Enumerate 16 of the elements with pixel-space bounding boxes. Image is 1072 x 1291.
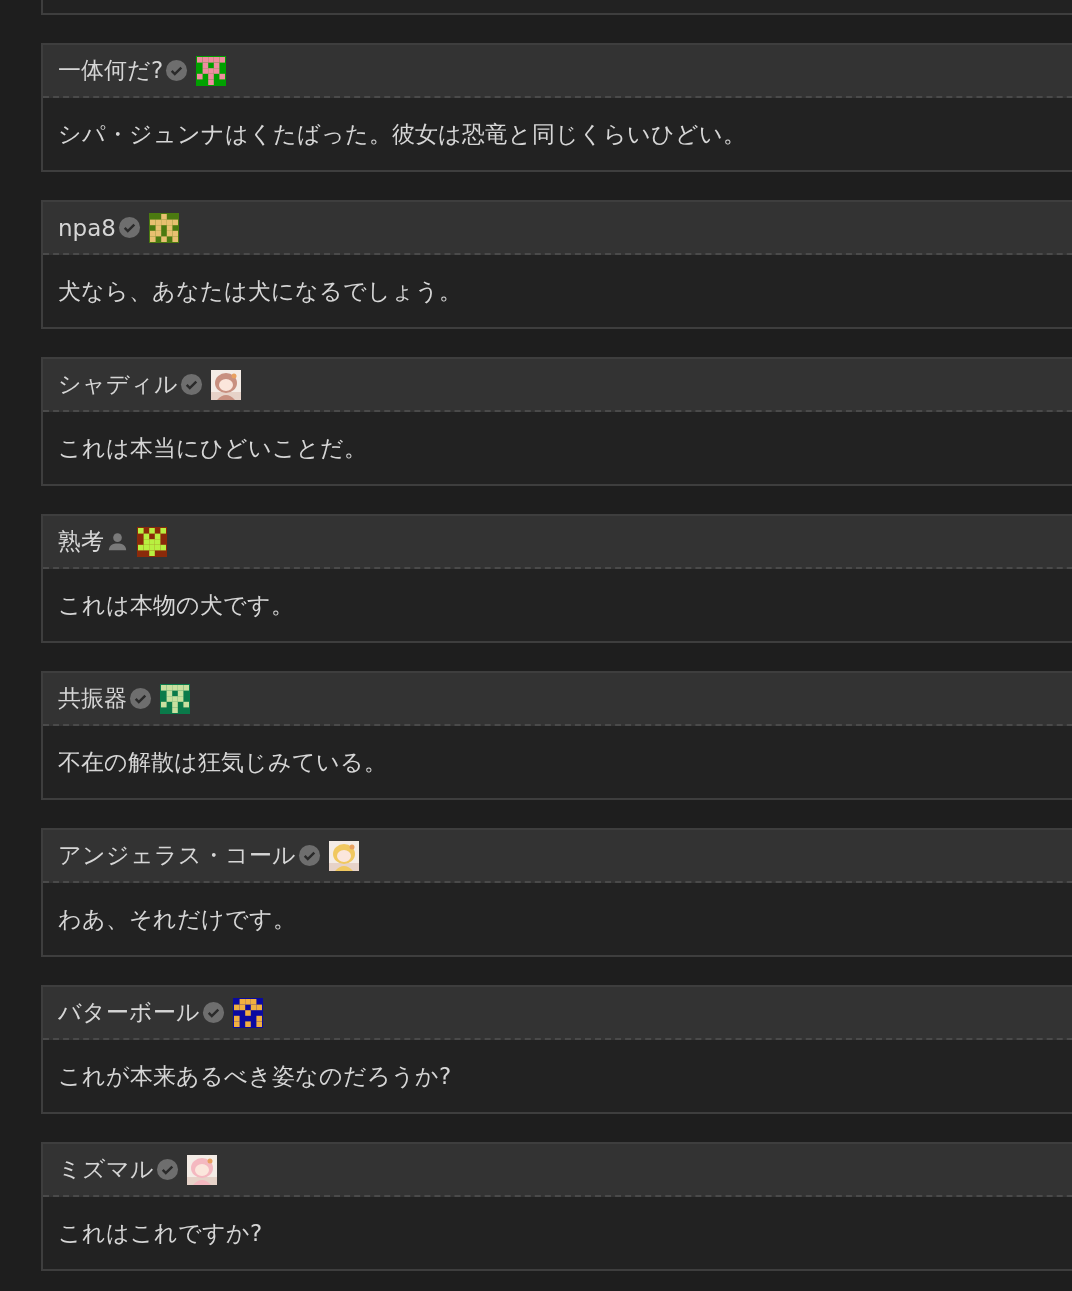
message-text: これは本当にひどいことだ。: [58, 433, 367, 463]
author-name: npa8: [58, 214, 116, 241]
author-name: 共振器: [58, 684, 127, 713]
message-text: シパ・ジュンナはくたばった。彼女は恐竜と同じくらいひどい。: [58, 119, 746, 149]
message-text: これは本物の犬です。: [58, 590, 294, 620]
author-name: シャディル: [58, 370, 178, 399]
message-text: 犬なら、あなたは犬になるでしょう。: [58, 276, 462, 306]
message-text: わあ、それだけです。: [58, 904, 296, 934]
message-text: これが本来あるべき姿なのだろうか?: [58, 1061, 452, 1091]
author-name: アンジェラス・コール: [58, 841, 296, 870]
author-name: バターボール: [58, 998, 200, 1027]
author-name: ミズマル: [58, 1155, 154, 1184]
author-name: 一体何だ?: [58, 56, 164, 85]
author-name: 熟考: [58, 527, 104, 556]
message-text: 不在の解散は狂気じみている。: [58, 747, 387, 777]
message-text: これはこれですか?: [58, 1218, 263, 1248]
